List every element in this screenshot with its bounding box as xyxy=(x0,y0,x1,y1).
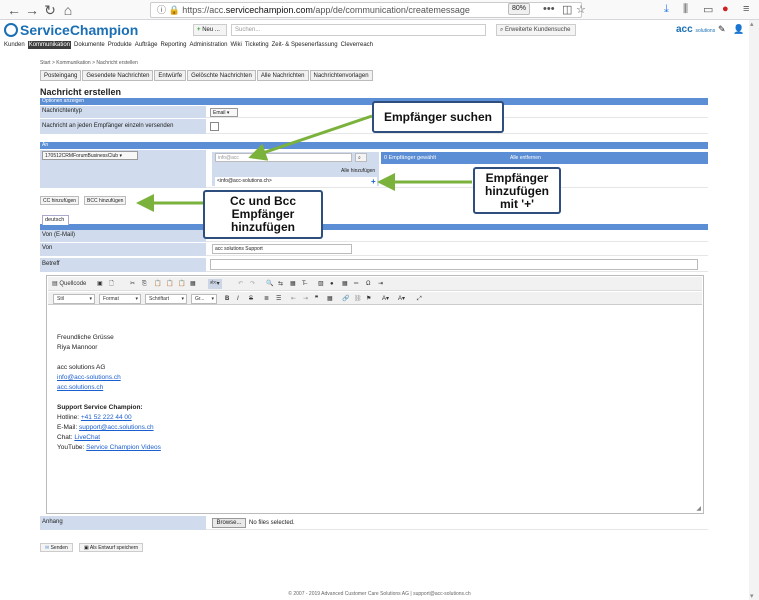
callout-search: Empfänger suchen xyxy=(372,101,504,133)
arrow-to-search xyxy=(248,114,373,161)
callout-add: Empfänger hinzufügen mit '+' xyxy=(473,167,561,214)
annotation-arrows xyxy=(136,114,472,212)
callout-ccbcc: Cc und Bcc Empfänger hinzufügen xyxy=(203,190,323,239)
